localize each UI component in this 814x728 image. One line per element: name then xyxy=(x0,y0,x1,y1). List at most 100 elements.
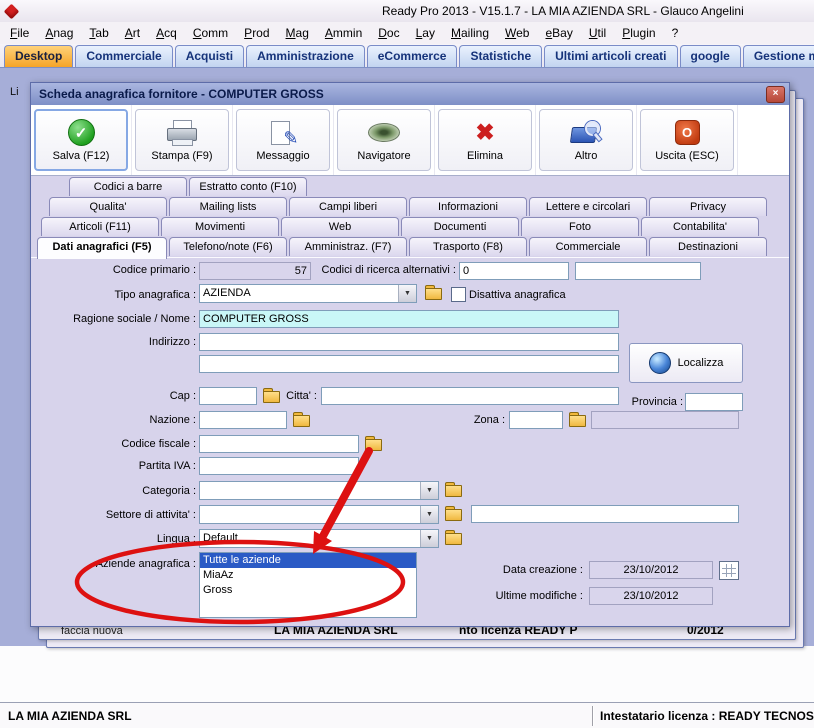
menu-item-art[interactable]: Art xyxy=(117,24,148,42)
cap-field[interactable] xyxy=(199,387,257,405)
save-button[interactable]: ✓ Salva (F12) xyxy=(34,109,128,171)
chevron-down-icon[interactable]: ▼ xyxy=(420,482,438,499)
delete-button[interactable]: ✖ Elimina xyxy=(438,109,532,171)
nazione-field[interactable] xyxy=(199,411,287,429)
tab-row-1: Codici a barre Estratto conto (F10) xyxy=(69,177,309,196)
tab-estratto-conto[interactable]: Estratto conto (F10) xyxy=(189,177,307,196)
zona-folder-icon[interactable] xyxy=(569,412,586,427)
menu-item-mag[interactable]: Mag xyxy=(278,24,317,42)
window-title: Ready Pro 2013 - V15.1.7 - LA MIA AZIEND… xyxy=(382,4,744,18)
menu-item-help[interactable]: ? xyxy=(664,24,687,42)
tab-statistiche[interactable]: Statistiche xyxy=(459,45,543,67)
tab-trasporto[interactable]: Trasporto (F8) xyxy=(409,237,527,256)
tab-movimenti[interactable]: Movimenti xyxy=(161,217,279,236)
menu-item-util[interactable]: Util xyxy=(581,24,614,42)
aziende-listbox[interactable]: Tutte le aziende MiaAz Gross xyxy=(199,552,417,618)
tab-web[interactable]: Web xyxy=(281,217,399,236)
menu-item-tab[interactable]: Tab xyxy=(81,24,116,42)
tab-row-3: Articoli (F11) Movimenti Web Documenti F… xyxy=(41,217,761,236)
tab-lettere-e-circolari[interactable]: Lettere e circolari xyxy=(529,197,647,216)
menu-item-comm[interactable]: Comm xyxy=(185,24,236,42)
tab-amministraz[interactable]: Amministraz. (F7) xyxy=(289,237,407,256)
partita-iva-field[interactable] xyxy=(199,457,359,475)
list-item-miaaz[interactable]: MiaAz xyxy=(200,568,416,583)
background-partial-label: Li xyxy=(10,86,19,98)
menu-item-ebay[interactable]: eBay xyxy=(537,24,580,42)
print-button[interactable]: Stampa (F9) xyxy=(135,109,229,171)
settore-description-field[interactable] xyxy=(471,505,739,523)
tab-acquisti[interactable]: Acquisti xyxy=(174,45,245,67)
print-button-label: Stampa (F9) xyxy=(151,149,213,162)
codice-fiscale-field[interactable] xyxy=(199,435,359,453)
navigator-button[interactable]: Navigatore xyxy=(337,109,431,171)
tab-mailing-lists[interactable]: Mailing lists xyxy=(169,197,287,216)
ricerca-alternativi-field-2[interactable] xyxy=(575,262,701,280)
menu-item-prod[interactable]: Prod xyxy=(236,24,277,42)
exit-button[interactable]: O Uscita (ESC) xyxy=(640,109,734,171)
toolbar-cell: O Uscita (ESC) xyxy=(637,105,738,175)
menu-item-acq[interactable]: Acq xyxy=(148,24,185,42)
tab-privacy[interactable]: Privacy xyxy=(649,197,767,216)
lingua-select[interactable]: Default ▼ xyxy=(199,529,439,548)
chevron-down-icon[interactable]: ▼ xyxy=(420,506,438,523)
tab-gestione-messa[interactable]: Gestione messa xyxy=(742,45,814,67)
tab-desktop[interactable]: Desktop xyxy=(4,45,74,67)
provincia-field[interactable] xyxy=(685,393,743,411)
icon-box: ✖ xyxy=(475,119,494,147)
tipo-folder-icon[interactable] xyxy=(425,285,442,300)
tab-dati-anagrafici[interactable]: Dati anagrafici (F5) xyxy=(37,237,167,259)
list-item-gross[interactable]: Gross xyxy=(200,583,416,598)
tab-google[interactable]: google xyxy=(679,45,741,67)
categoria-folder-icon[interactable] xyxy=(445,482,462,497)
settore-folder-icon[interactable] xyxy=(445,506,462,521)
menu-item-web[interactable]: Web xyxy=(497,24,537,42)
close-icon[interactable]: × xyxy=(766,86,785,103)
menu-item-anag[interactable]: Anag xyxy=(37,24,81,42)
categoria-select[interactable]: ▼ xyxy=(199,481,439,500)
tab-commerciale-scheda[interactable]: Commerciale xyxy=(529,237,647,256)
delete-x-icon: ✖ xyxy=(475,119,495,145)
localizza-button[interactable]: Localizza xyxy=(629,343,743,383)
ragione-sociale-field[interactable]: COMPUTER GROSS xyxy=(199,310,619,328)
tab-telefono-note[interactable]: Telefono/note (F6) xyxy=(169,237,287,256)
menu-item-ammin[interactable]: Ammin xyxy=(317,24,370,42)
tab-informazioni[interactable]: Informazioni xyxy=(409,197,527,216)
tab-ultimi-articoli-creati[interactable]: Ultimi articoli creati xyxy=(544,45,678,67)
indirizzo-field-1[interactable] xyxy=(199,333,619,351)
zona-field[interactable] xyxy=(509,411,563,429)
menu-item-lay[interactable]: Lay xyxy=(408,24,443,42)
tab-qualita[interactable]: Qualita' xyxy=(49,197,167,216)
tab-articoli[interactable]: Articoli (F11) xyxy=(41,217,159,236)
disattiva-checkbox[interactable] xyxy=(451,287,466,302)
tab-commerciale[interactable]: Commerciale xyxy=(75,45,173,67)
message-button-label: Messaggio xyxy=(256,149,310,162)
lingua-folder-icon[interactable] xyxy=(445,530,462,545)
tab-documenti[interactable]: Documenti xyxy=(401,217,519,236)
tab-amministrazione[interactable]: Amministrazione xyxy=(246,45,365,67)
chevron-down-icon[interactable]: ▼ xyxy=(420,530,438,547)
chevron-down-icon[interactable]: ▼ xyxy=(398,285,416,302)
ricerca-alternativi-field[interactable]: 0 xyxy=(459,262,569,280)
menu-item-mailing[interactable]: Mailing xyxy=(443,24,497,42)
tab-ecommerce[interactable]: eCommerce xyxy=(366,45,458,67)
message-button[interactable]: ✎ Messaggio xyxy=(236,109,330,171)
tab-campi-liberi[interactable]: Campi liberi xyxy=(289,197,407,216)
tab-destinazioni[interactable]: Destinazioni xyxy=(649,237,767,256)
settore-select[interactable]: ▼ xyxy=(199,505,439,524)
menu-item-file[interactable]: File xyxy=(2,24,37,42)
indirizzo-field-2[interactable] xyxy=(199,355,619,373)
menu-item-plugin[interactable]: Plugin xyxy=(614,24,663,42)
menu-item-doc[interactable]: Doc xyxy=(370,24,407,42)
tab-contabilita[interactable]: Contabilita' xyxy=(641,217,759,236)
nazione-folder-icon[interactable] xyxy=(293,412,310,427)
calendar-icon[interactable] xyxy=(719,561,739,580)
dialog-title: Scheda anagrafica fornitore - COMPUTER G… xyxy=(31,83,789,105)
tab-foto[interactable]: Foto xyxy=(521,217,639,236)
tab-codici-a-barre[interactable]: Codici a barre xyxy=(69,177,187,196)
codice-fiscale-folder-icon[interactable] xyxy=(365,436,382,451)
list-item-tutte-le-aziende[interactable]: Tutte le aziende xyxy=(200,553,416,568)
tipo-anagrafica-select[interactable]: AZIENDA ▼ xyxy=(199,284,417,303)
app-logo-icon xyxy=(3,3,20,19)
altro-button[interactable]: Altro xyxy=(539,109,633,171)
citta-field[interactable] xyxy=(321,387,619,405)
